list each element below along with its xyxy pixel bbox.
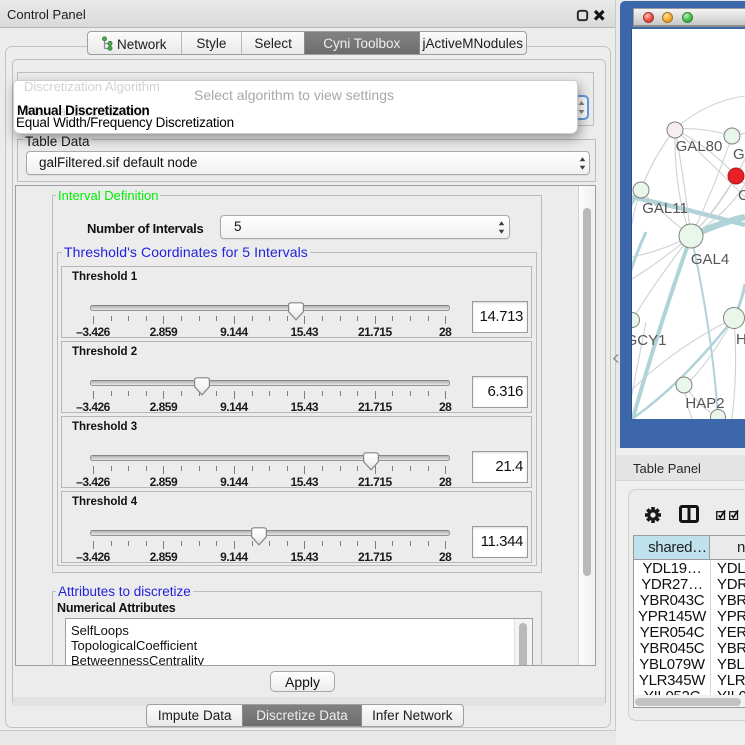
svg-text:GA: GA	[733, 146, 745, 163]
svg-text:HAP2: HAP2	[685, 395, 724, 412]
svg-text:HI: HI	[736, 331, 745, 348]
svg-text:CY: CY	[738, 187, 745, 204]
svg-text:GAL4: GAL4	[691, 251, 729, 268]
svg-text:GCY1: GCY1	[632, 332, 666, 349]
svg-text:GAL80: GAL80	[676, 138, 723, 155]
svg-text:GAL11: GAL11	[642, 200, 688, 217]
